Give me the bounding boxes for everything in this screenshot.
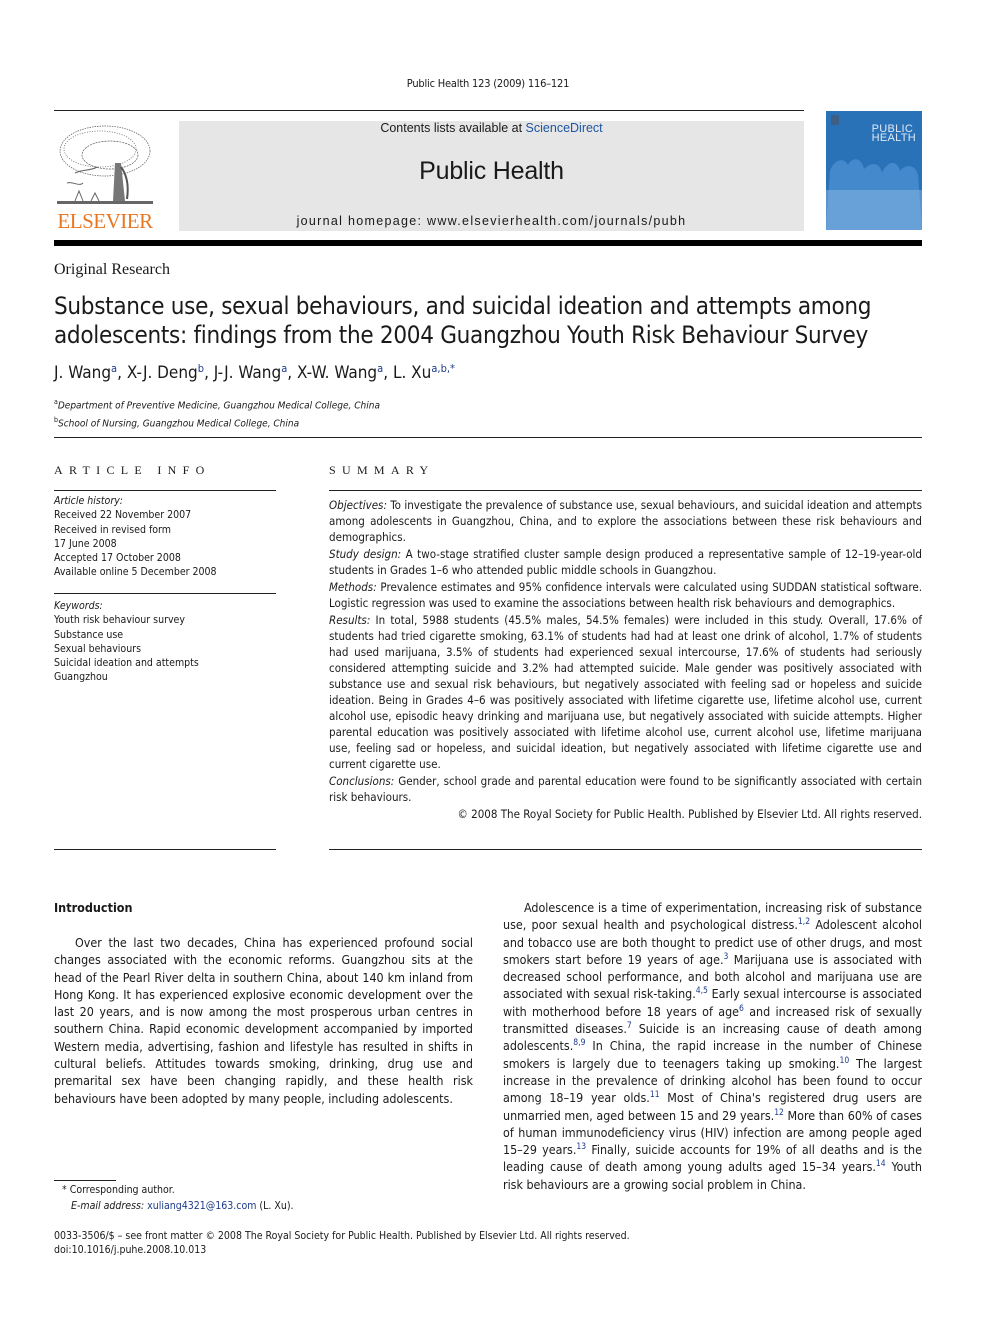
elsevier-tree-icon: [57, 125, 153, 204]
journal-homepage-link[interactable]: journal homepage: www.elsevierhealth.com…: [179, 214, 804, 228]
corresponding-author-footnote: * Corresponding author. E-mail address: …: [62, 1183, 294, 1214]
citation-link[interactable]: 14: [876, 1159, 886, 1169]
abstract-conclusions: Conclusions: Gender, school grade and pa…: [329, 773, 922, 805]
issn-line: 0033-3506/$ – see front matter © 2008 Th…: [54, 1230, 630, 1242]
abstract-label: Study design:: [329, 547, 402, 561]
author-affiliation-mark[interactable]: a,b,*: [431, 362, 455, 375]
body-column-right: Adolescence is a time of experimentation…: [503, 899, 922, 1193]
author-list: J. Wanga, X-J. Dengb, J-J. Wanga, X-W. W…: [54, 362, 455, 383]
cover-title: PUBLIC HEALTH: [871, 124, 916, 144]
running-head: Public Health 123 (2009) 116–121: [406, 77, 570, 90]
doi-link[interactable]: doi:10.1016/j.puhe.2008.10.013: [54, 1243, 630, 1257]
contents-line: Contents lists available at ScienceDirec…: [179, 121, 804, 135]
keyword[interactable]: Guangzhou: [54, 670, 276, 684]
author[interactable]: X-J. Deng: [127, 363, 198, 383]
summary-bottom-rule: [329, 849, 922, 850]
masthead-thick-rule: [54, 240, 922, 246]
abstract-label: Objectives:: [329, 498, 387, 512]
title-block-rule: [54, 437, 922, 438]
contents-prefix: Contents lists available at: [380, 121, 526, 135]
body-paragraph: Adolescence is a time of experimentation…: [503, 899, 922, 1193]
author-affiliation-mark[interactable]: b: [198, 362, 204, 375]
elsevier-logo[interactable]: ELSEVIER: [53, 121, 157, 233]
affiliations: aDepartment of Preventive Medicine, Guan…: [54, 395, 380, 432]
affiliation: aDepartment of Preventive Medicine, Guan…: [54, 395, 380, 413]
footnote-rule: [54, 1180, 116, 1181]
author[interactable]: J. Wang: [54, 363, 111, 383]
citation-link[interactable]: 4,5: [696, 986, 708, 996]
history-item: Accepted 17 October 2008: [54, 552, 181, 565]
abstract-study-design: Study design: A two-stage stratified clu…: [329, 546, 922, 578]
abstract-methods: Methods: Prevalence estimates and 95% co…: [329, 579, 922, 611]
affiliation-text: Department of Preventive Medicine, Guang…: [57, 400, 380, 412]
keyword[interactable]: Youth risk behaviour survey: [54, 613, 276, 627]
citation-link[interactable]: 12: [774, 1108, 784, 1118]
citation-link[interactable]: 11: [650, 1090, 660, 1100]
bottom-meta: 0033-3506/$ – see front matter © 2008 Th…: [54, 1229, 630, 1257]
abstract-label: Results:: [329, 613, 371, 627]
section-type: Original Research: [54, 261, 170, 278]
cover-title-line2: HEALTH: [871, 132, 916, 144]
abstract-label: Methods:: [329, 580, 377, 594]
abstract: Objectives: To investigate the prevalenc…: [329, 497, 922, 823]
abstract-text: A two-stage stratified cluster sample de…: [329, 547, 923, 577]
keywords-rule: [54, 593, 276, 594]
article-history: Article history: Received 22 November 20…: [54, 494, 276, 580]
abstract-text: Gender, school grade and parental educat…: [329, 774, 922, 804]
keyword[interactable]: Sexual behaviours: [54, 642, 276, 656]
keywords-label: Keywords:: [54, 600, 103, 612]
footnote-email-line: E-mail address: xuliang4321@163.com (L. …: [62, 1199, 294, 1215]
author-affiliation-mark[interactable]: a: [111, 362, 117, 375]
citation-link[interactable]: 1,2: [798, 917, 810, 927]
body-column-left: Over the last two decades, China has exp…: [54, 934, 473, 1107]
citation-link[interactable]: 8,9: [573, 1038, 585, 1048]
journal-masthead: Contents lists available at ScienceDirec…: [179, 121, 804, 231]
author-affiliation-mark[interactable]: a: [377, 362, 383, 375]
article-info-rule: [54, 490, 276, 491]
keyword[interactable]: Substance use: [54, 628, 276, 642]
summary-rule: [329, 490, 922, 491]
abstract-text: To investigate the prevalence of substan…: [329, 498, 922, 544]
cover-band: [826, 190, 922, 230]
email-suffix: (L. Xu).: [256, 1199, 294, 1212]
affiliation: bSchool of Nursing, Guangzhou Medical Co…: [54, 413, 380, 431]
abstract-text: Prevalence estimates and 95% confidence …: [329, 580, 922, 610]
citation-link[interactable]: 13: [576, 1142, 586, 1152]
history-item: Received 22 November 2007: [54, 509, 192, 522]
journal-cover-thumbnail[interactable]: PUBLIC HEALTH: [826, 111, 922, 230]
cover-crest-icon: [831, 115, 839, 125]
journal-name: Public Health: [419, 157, 564, 185]
affiliation-text: School of Nursing, Guangzhou Medical Col…: [58, 418, 300, 430]
author-affiliation-mark[interactable]: a: [281, 362, 287, 375]
author[interactable]: X-W. Wang: [297, 363, 377, 383]
email-label: E-mail address:: [71, 1199, 145, 1212]
abstract-objectives: Objectives: To investigate the prevalenc…: [329, 497, 922, 545]
author[interactable]: L. Xu: [393, 363, 431, 383]
abstract-label: Conclusions:: [329, 774, 395, 788]
abstract-text: In total, 5988 students (45.5% males, 54…: [329, 613, 922, 771]
body-paragraph: Over the last two decades, China has exp…: [54, 935, 473, 1106]
history-item: Available online 5 December 2008: [54, 566, 217, 579]
article-info-bottom-rule: [54, 849, 276, 850]
footnote-corresponding: * Corresponding author.: [62, 1184, 175, 1196]
article-title: Substance use, sexual behaviours, and su…: [54, 292, 872, 349]
history-item: Received in revised form: [54, 523, 171, 536]
citation-link[interactable]: 10: [839, 1056, 849, 1066]
abstract-copyright: © 2008 The Royal Society for Public Heal…: [457, 807, 922, 821]
author[interactable]: J-J. Wang: [214, 363, 281, 383]
sciencedirect-link[interactable]: ScienceDirect: [526, 121, 603, 135]
keywords: Keywords: Youth risk behaviour survey Su…: [54, 599, 276, 685]
keyword[interactable]: Suicidal ideation and attempts: [54, 656, 276, 670]
introduction-heading: Introduction: [54, 900, 133, 915]
article-info-heading: ARTICLE INFO: [54, 463, 211, 477]
history-item: 17 June 2008: [54, 537, 117, 550]
elsevier-wordmark: ELSEVIER: [57, 209, 153, 233]
summary-heading: SUMMARY: [329, 463, 435, 477]
header-rule: [54, 110, 804, 111]
abstract-results: Results: In total, 5988 students (45.5% …: [329, 612, 922, 772]
email-link[interactable]: xuliang4321@163.com: [147, 1200, 256, 1212]
article-history-label: Article history:: [54, 495, 123, 507]
